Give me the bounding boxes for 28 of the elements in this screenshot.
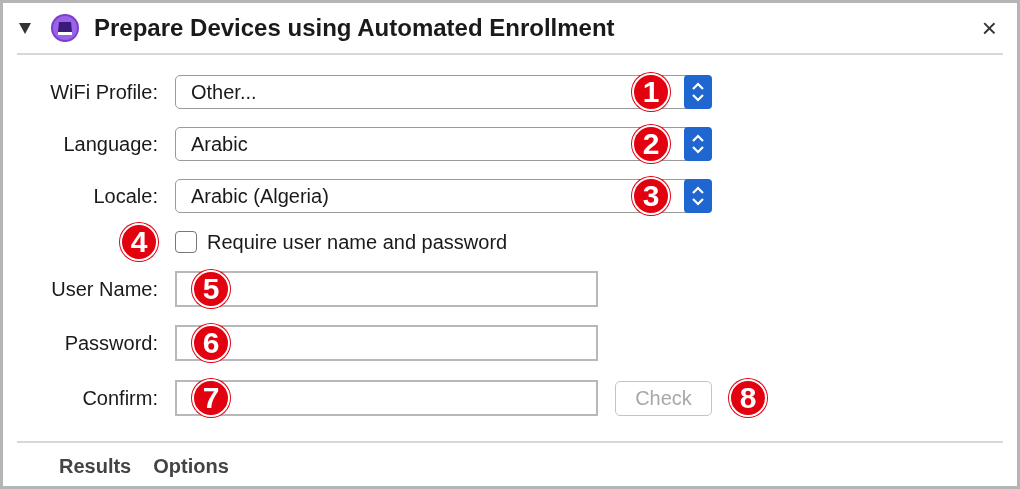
- tab[interactable]: Options: [147, 455, 235, 478]
- checkbox[interactable]: [175, 231, 197, 253]
- field-label: WiFi Profile:: [49, 80, 158, 104]
- text-field[interactable]: [175, 325, 598, 361]
- text-field[interactable]: [175, 380, 598, 416]
- text-field[interactable]: [175, 271, 598, 307]
- callout-badge: 7: [192, 379, 230, 417]
- tab[interactable]: Results: [53, 455, 138, 478]
- field-label: Password:: [63, 331, 158, 355]
- callout-badge: 5: [192, 270, 230, 308]
- stepper-icon: [684, 179, 712, 213]
- close-button[interactable]: ×: [975, 12, 1003, 44]
- action-title: Prepare Devices using Automated Enrollment: [94, 14, 616, 42]
- field-label: User Name:: [50, 277, 158, 301]
- stepper-icon: [684, 75, 712, 109]
- field-label: Language:: [62, 132, 158, 156]
- callout-badge: 2: [632, 125, 670, 163]
- checkbox-label: Require user name and password: [207, 230, 508, 254]
- stepper-icon: [684, 127, 712, 161]
- callout-badge: 4: [120, 223, 158, 261]
- callout-badge: 3: [632, 177, 670, 215]
- disclosure-triangle-icon[interactable]: [18, 21, 32, 35]
- field-label: Locale:: [92, 184, 158, 208]
- callout-badge: 8: [729, 379, 767, 417]
- callout-badge: 6: [192, 324, 230, 362]
- app-icon: [50, 13, 80, 43]
- field-label: Confirm:: [81, 386, 158, 410]
- callout-badge: 1: [632, 73, 670, 111]
